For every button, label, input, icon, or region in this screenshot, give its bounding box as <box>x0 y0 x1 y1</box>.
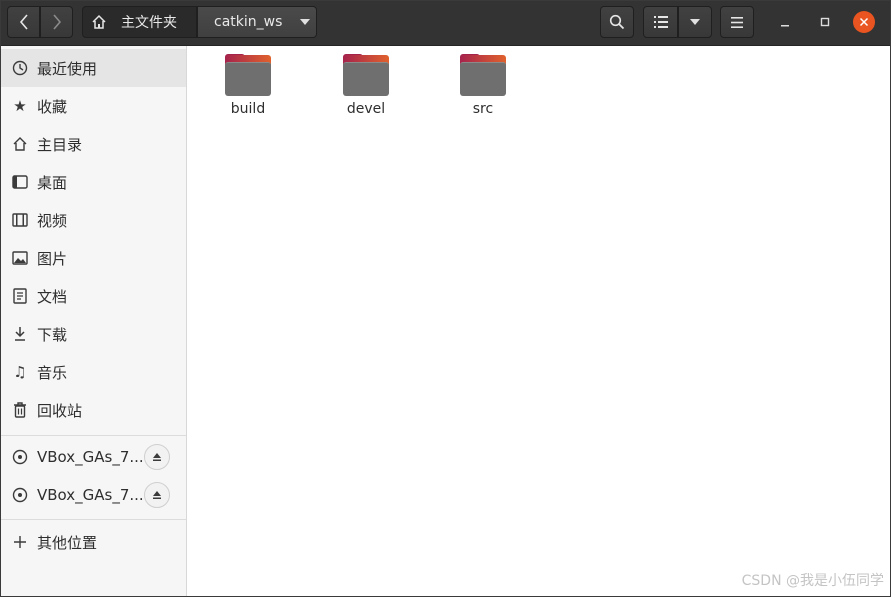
folder-icon <box>343 54 389 96</box>
sidebar-item-label: 收藏 <box>37 97 68 116</box>
sidebar-divider <box>1 435 186 436</box>
sidebar-item-label: 音乐 <box>37 363 68 382</box>
folder-item[interactable]: src <box>433 54 533 117</box>
path-current-label: catkin_ws <box>214 14 283 30</box>
sidebar-item-music[interactable]: ♫ 音乐 <box>1 353 186 391</box>
search-icon <box>609 14 625 30</box>
sidebar-item-label: 其他位置 <box>37 533 98 552</box>
home-icon <box>11 135 29 153</box>
chevron-down-icon <box>300 19 311 25</box>
sidebar-item-label: 文档 <box>37 287 68 306</box>
close-button[interactable] <box>853 11 875 33</box>
sidebar-item-recent[interactable]: 最近使用 <box>1 49 186 87</box>
sidebar-item-label: 最近使用 <box>37 59 98 78</box>
trash-icon <box>11 401 29 419</box>
download-icon <box>11 325 29 343</box>
sidebar-item-label: 图片 <box>37 249 68 268</box>
eject-button[interactable] <box>144 444 170 470</box>
file-manager-window: 主文件夹 catkin_ws 最近使用 ★ 收藏 主目录 桌面 视频 图片 文档… <box>0 0 891 597</box>
music-icon: ♫ <box>13 363 27 381</box>
folder-item[interactable]: devel <box>316 54 416 117</box>
sidebar-item-label: VBox_GAs_7.... <box>37 486 149 504</box>
sidebar-item-starred[interactable]: ★ 收藏 <box>1 87 186 125</box>
hamburger-icon <box>731 16 743 28</box>
sidebar-item-videos[interactable]: 视频 <box>1 201 186 239</box>
view-options-button[interactable] <box>678 6 712 38</box>
sidebar-item-label: VBox_GAs_7.... <box>37 448 149 466</box>
clock-icon <box>11 59 29 77</box>
folder-name: src <box>472 101 494 117</box>
sidebar-item-documents[interactable]: 文档 <box>1 277 186 315</box>
eject-button[interactable] <box>144 482 170 508</box>
sidebar-divider <box>1 519 186 520</box>
back-button[interactable] <box>7 6 40 38</box>
forward-button[interactable] <box>40 6 73 38</box>
path-home-button[interactable]: 主文件夹 <box>82 6 197 38</box>
path-current-button[interactable]: catkin_ws <box>197 6 317 38</box>
close-icon <box>859 17 869 27</box>
file-view: build devel src CSDN @我是小伍同学 <box>187 46 890 596</box>
sidebar: 最近使用 ★ 收藏 主目录 桌面 视频 图片 文档 下载 ♫ 音乐 回收站 VB… <box>1 46 187 596</box>
eject-icon <box>153 491 161 499</box>
sidebar-item-desktop[interactable]: 桌面 <box>1 163 186 201</box>
sidebar-item-pictures[interactable]: 图片 <box>1 239 186 277</box>
disc-icon <box>11 486 29 504</box>
chevron-right-icon <box>52 14 61 30</box>
maximize-icon <box>820 17 830 27</box>
chevron-left-icon <box>19 14 28 30</box>
desktop-icon <box>11 173 29 191</box>
film-icon <box>11 211 29 229</box>
sidebar-item-label: 桌面 <box>37 173 68 192</box>
disc-icon <box>11 448 29 466</box>
minimize-icon <box>781 25 789 27</box>
sidebar-item-label: 视频 <box>37 211 68 230</box>
folder-name: devel <box>346 101 386 117</box>
list-view-button[interactable] <box>643 6 678 38</box>
document-icon <box>11 287 29 305</box>
star-icon: ★ <box>13 97 27 115</box>
image-icon <box>11 249 29 267</box>
path-home-label: 主文件夹 <box>121 15 177 31</box>
sidebar-item-downloads[interactable]: 下载 <box>1 315 186 353</box>
sidebar-item-other-locations[interactable]: 其他位置 <box>1 523 186 561</box>
folder-icon <box>225 54 271 96</box>
sidebar-item-home[interactable]: 主目录 <box>1 125 186 163</box>
main-menu-button[interactable] <box>720 6 754 38</box>
search-button[interactable] <box>600 6 634 38</box>
eject-icon <box>153 453 161 461</box>
home-icon <box>92 14 106 29</box>
sidebar-item-label: 下载 <box>37 325 68 344</box>
minimize-button[interactable] <box>774 11 796 33</box>
navigation-buttons <box>7 6 73 38</box>
folder-item[interactable]: build <box>198 54 298 117</box>
maximize-button[interactable] <box>814 11 836 33</box>
sidebar-item-trash[interactable]: 回收站 <box>1 391 186 429</box>
folder-icon <box>460 54 506 96</box>
list-view-icon <box>653 16 668 28</box>
sidebar-item-label: 主目录 <box>37 135 83 154</box>
folder-name: build <box>230 101 266 117</box>
sidebar-item-label: 回收站 <box>37 401 83 420</box>
header-bar: 主文件夹 catkin_ws <box>1 1 890 46</box>
watermark: CSDN @我是小伍同学 <box>741 573 884 589</box>
plus-icon <box>11 533 29 551</box>
chevron-down-icon <box>690 19 700 25</box>
